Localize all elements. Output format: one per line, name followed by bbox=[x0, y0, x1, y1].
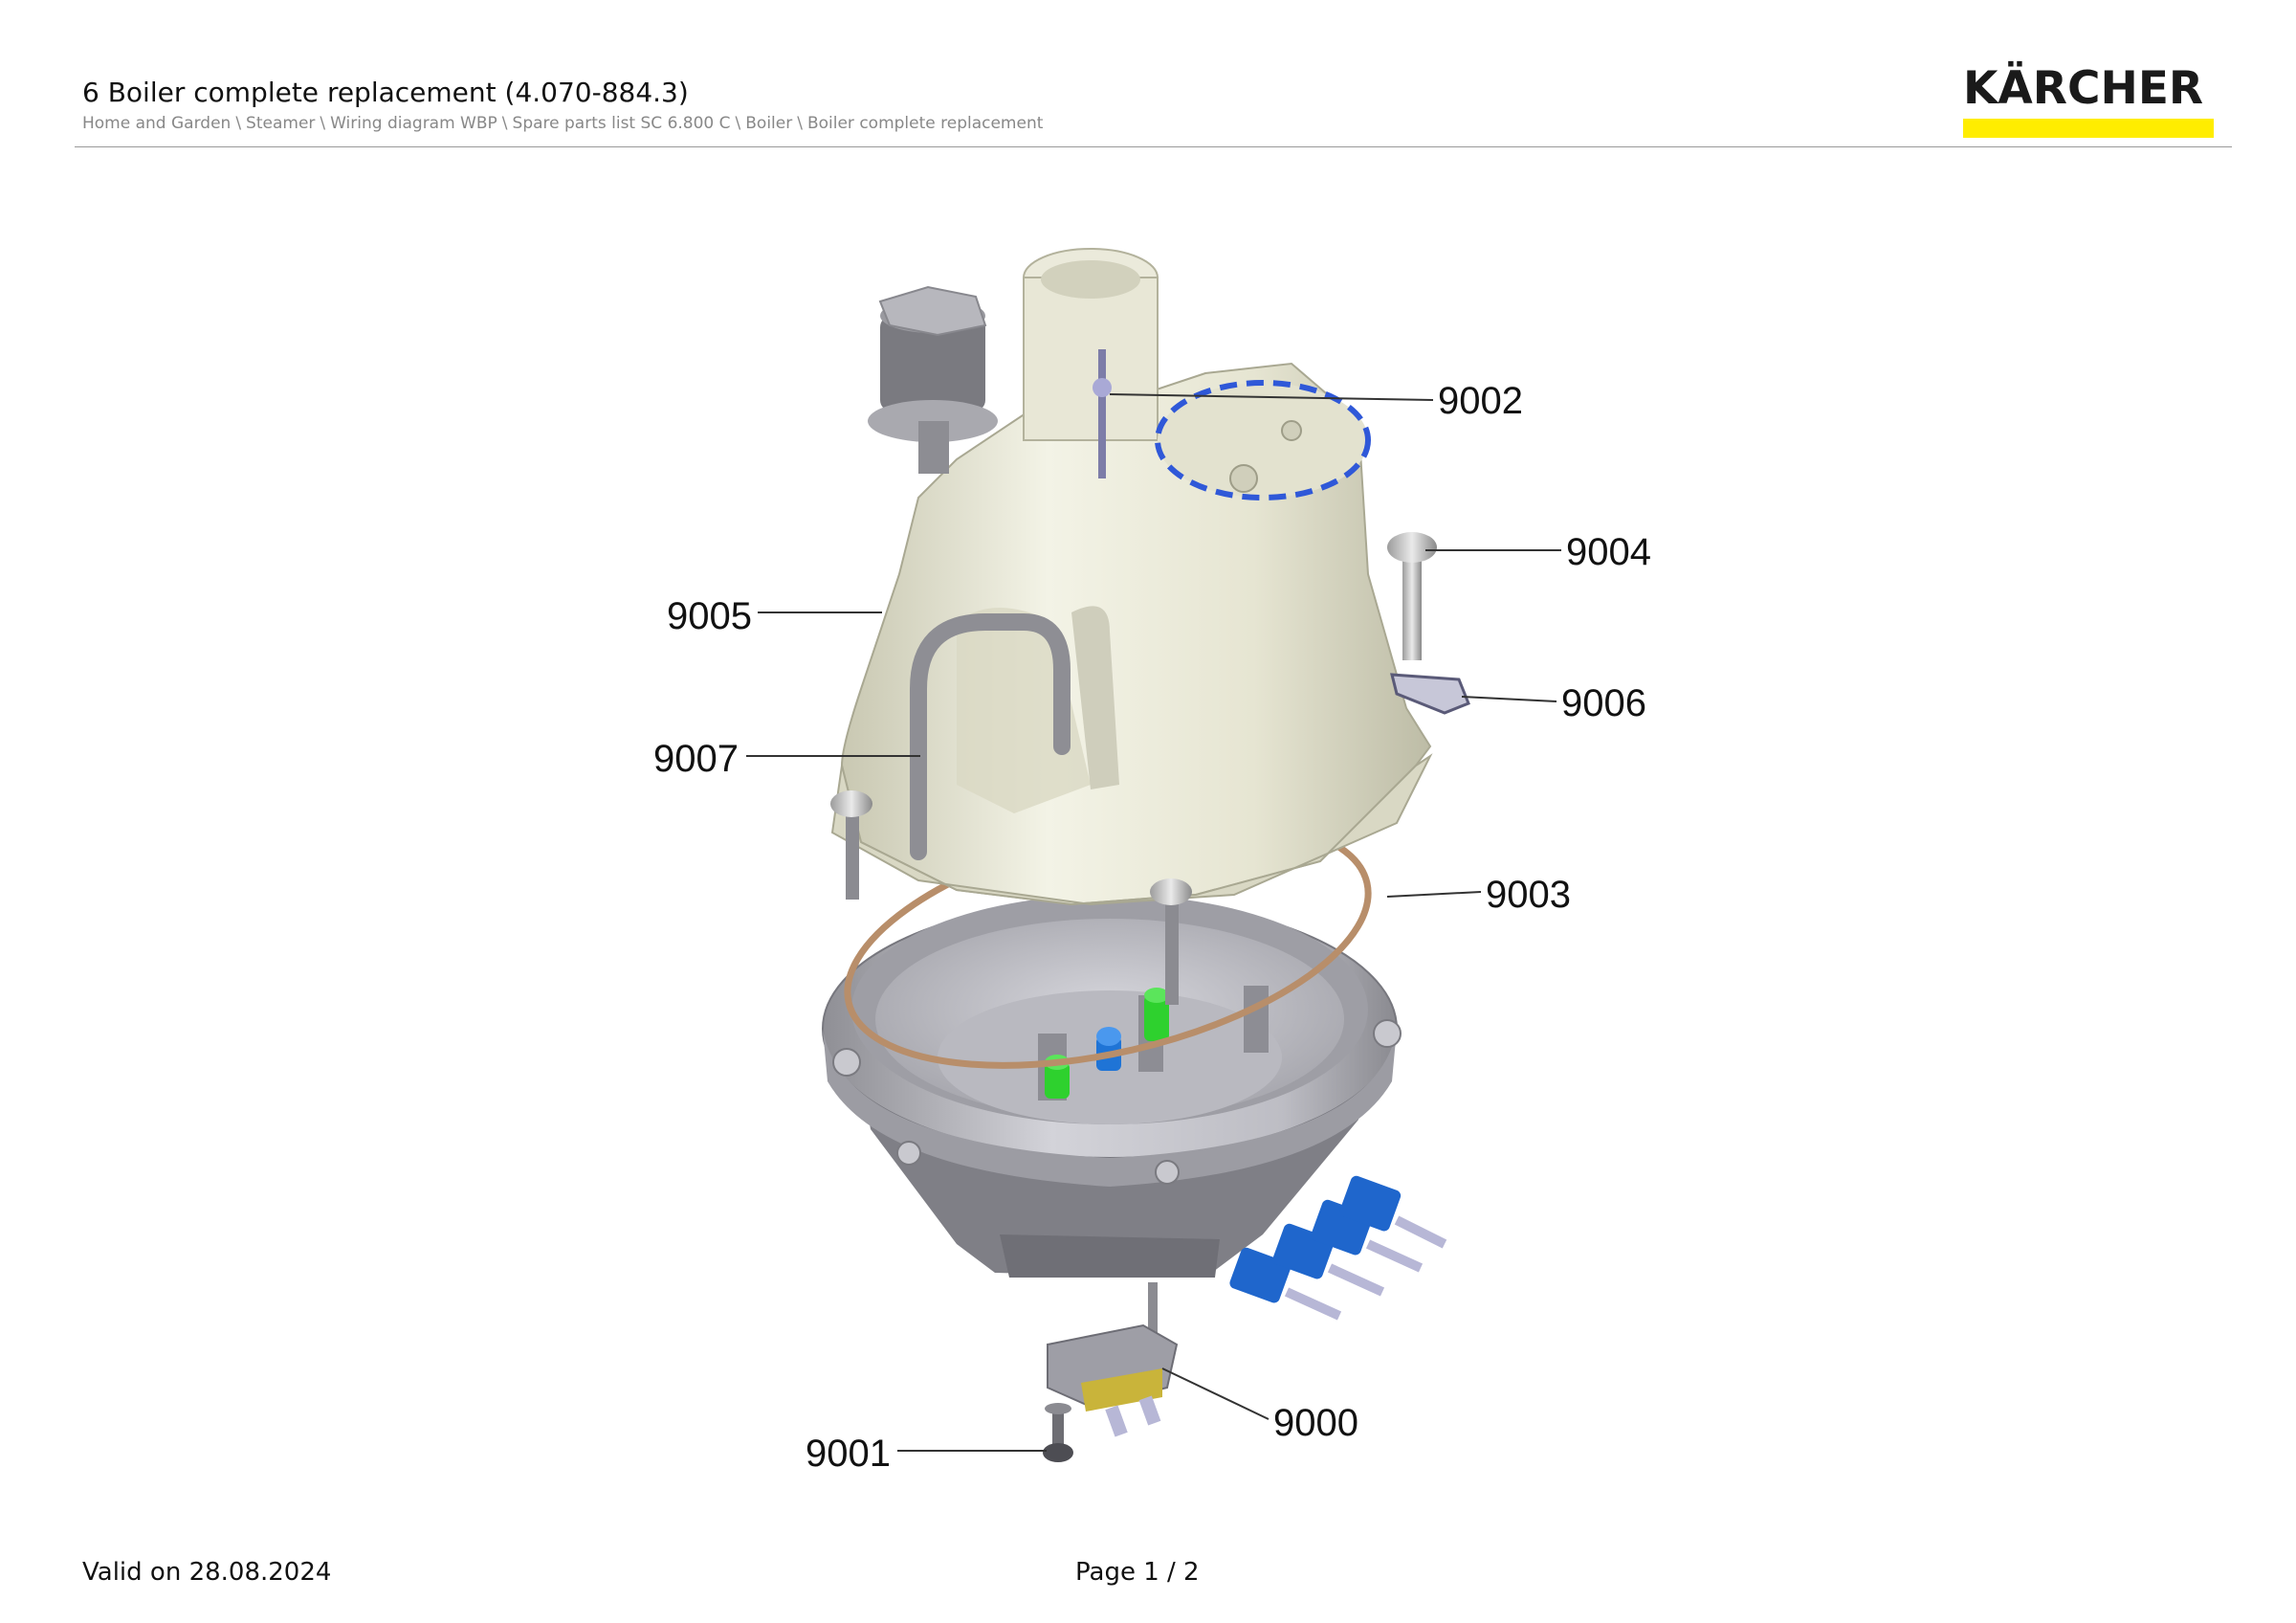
page-number: Page 1 / 2 bbox=[1075, 1558, 1200, 1587]
callout-9006[interactable]: 9006 bbox=[1561, 682, 1646, 724]
callout-9003[interactable]: 9003 bbox=[1486, 874, 1571, 916]
callout-9001[interactable]: 9001 bbox=[806, 1433, 891, 1475]
switch-screw bbox=[1043, 1403, 1073, 1462]
leader-9003 bbox=[1386, 891, 1482, 898]
callout-9004[interactable]: 9004 bbox=[1566, 531, 1651, 573]
leader-9006 bbox=[1461, 696, 1557, 702]
leader-9000 bbox=[1161, 1367, 1269, 1420]
callout-9002[interactable]: 9002 bbox=[1438, 380, 1523, 422]
valid-date: Valid on 28.08.2024 bbox=[82, 1558, 332, 1587]
callout-9007[interactable]: 9007 bbox=[653, 738, 739, 780]
callout-9005[interactable]: 9005 bbox=[667, 595, 752, 637]
callout-9000[interactable]: 9000 bbox=[1273, 1402, 1358, 1444]
exploded-parts-diagram: 9002 9004 9005 9006 9007 9003 9000 9001 bbox=[653, 248, 1651, 1475]
boiler-base bbox=[822, 895, 1402, 1278]
thermostat-switch bbox=[1047, 1282, 1179, 1437]
